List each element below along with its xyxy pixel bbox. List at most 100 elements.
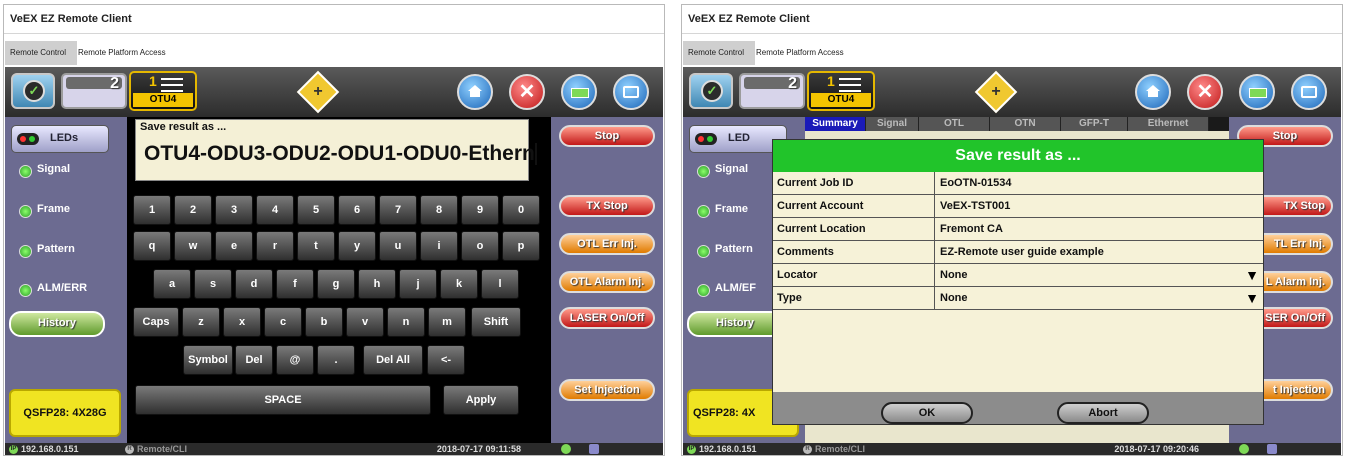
otl-err-inj-button[interactable]: OTL Err Inj. xyxy=(559,233,655,255)
field-row-type[interactable]: Type None ▼ xyxy=(773,287,1263,310)
key-4[interactable]: 4 xyxy=(256,195,294,225)
key-k[interactable]: k xyxy=(440,269,478,299)
locator-select[interactable]: None ▼ xyxy=(936,264,1263,286)
dropdown-arrow-icon[interactable]: ▼ xyxy=(1245,264,1259,286)
key-h[interactable]: h xyxy=(358,269,396,299)
abort-button[interactable]: Abort xyxy=(1057,402,1149,424)
key-b[interactable]: b xyxy=(305,307,343,337)
test-tab-2[interactable]: 2 xyxy=(61,73,127,109)
test-tab-otu4-2[interactable]: 1 OTU4 xyxy=(807,71,875,111)
job-id-field[interactable]: EoOTN-01534 xyxy=(936,172,1263,194)
key-9[interactable]: 9 xyxy=(461,195,499,225)
key-m[interactable]: m xyxy=(428,307,466,337)
backspace-key[interactable]: <- xyxy=(427,345,465,375)
field-row-job-id[interactable]: Current Job ID EoOTN-01534 xyxy=(773,172,1263,195)
key-l[interactable]: l xyxy=(481,269,519,299)
battery-button-2[interactable] xyxy=(1239,74,1275,110)
del-all-key[interactable]: Del All xyxy=(363,345,423,375)
key-j[interactable]: j xyxy=(399,269,437,299)
shift-key[interactable]: Shift xyxy=(471,307,521,337)
device-screen[interactable]: ✓ 2 1 OTU4 + ✕ LEDs Signal Frame Pattern… xyxy=(5,67,663,455)
otl-alarm-inj-button[interactable]: OTL Alarm Inj. xyxy=(559,271,655,293)
key-0[interactable]: 0 xyxy=(502,195,540,225)
space-key[interactable]: SPACE xyxy=(135,385,431,415)
battery-button[interactable] xyxy=(561,74,597,110)
field-row-location[interactable]: Current Location Fremont CA xyxy=(773,218,1263,241)
history-button[interactable]: History xyxy=(9,311,105,337)
dropdown-arrow-icon[interactable]: ▼ xyxy=(1245,287,1259,309)
key-f[interactable]: f xyxy=(276,269,314,299)
dot-key[interactable]: . xyxy=(317,345,355,375)
test-tab-otu4[interactable]: 1 OTU4 xyxy=(129,71,197,111)
key-2[interactable]: 2 xyxy=(174,195,212,225)
module-badge[interactable]: QSFP28: 4X28G xyxy=(9,389,121,437)
tab-gfpt[interactable]: GFP-T xyxy=(1061,117,1128,131)
tx-stop-button[interactable]: TX Stop xyxy=(559,195,655,217)
key-6[interactable]: 6 xyxy=(338,195,376,225)
apply-key[interactable]: Apply xyxy=(443,385,519,415)
key-1[interactable]: 1 xyxy=(133,195,171,225)
tab-otn[interactable]: OTN xyxy=(990,117,1061,131)
home-button-2[interactable] xyxy=(1135,74,1171,110)
at-key[interactable]: @ xyxy=(276,345,314,375)
location-field[interactable]: Fremont CA xyxy=(936,218,1263,240)
account-field[interactable]: VeEX-TST001 xyxy=(936,195,1263,217)
type-select[interactable]: None ▼ xyxy=(936,287,1263,309)
caps-key[interactable]: Caps xyxy=(133,307,179,337)
folder-button-2[interactable] xyxy=(1291,74,1327,110)
key-r[interactable]: r xyxy=(256,231,294,261)
stop-button[interactable]: Stop xyxy=(559,125,655,147)
key-o[interactable]: o xyxy=(461,231,499,261)
tab-remote-platform-access[interactable]: Remote Platform Access xyxy=(73,41,171,65)
key-i[interactable]: i xyxy=(420,231,458,261)
close-button-2[interactable]: ✕ xyxy=(1187,74,1223,110)
tab-summary[interactable]: Summary xyxy=(805,117,866,131)
key-e[interactable]: e xyxy=(215,231,253,261)
leds-button[interactable]: LEDs xyxy=(11,125,109,153)
tab-ethernet[interactable]: Ethernet xyxy=(1128,117,1209,131)
field-row-comments[interactable]: Comments EZ-Remote user guide example xyxy=(773,241,1263,264)
key-u[interactable]: u xyxy=(379,231,417,261)
key-7[interactable]: 7 xyxy=(379,195,417,225)
home-button[interactable] xyxy=(457,74,493,110)
key-p[interactable]: p xyxy=(502,231,540,261)
comments-field[interactable]: EZ-Remote user guide example xyxy=(936,241,1263,263)
tab-remote-platform-access-2[interactable]: Remote Platform Access xyxy=(751,41,849,65)
connect-diamond-icon[interactable]: + xyxy=(974,70,1018,114)
laser-onoff-button[interactable]: LASER On/Off xyxy=(559,307,655,329)
test-tab-2-b[interactable]: 2 xyxy=(739,73,805,109)
key-q[interactable]: q xyxy=(133,231,171,261)
key-z[interactable]: z xyxy=(182,307,220,337)
gauge-button-2[interactable]: ✓ xyxy=(689,73,733,109)
key-w[interactable]: w xyxy=(174,231,212,261)
key-a[interactable]: a xyxy=(153,269,191,299)
field-row-locator[interactable]: Locator None ▼ xyxy=(773,264,1263,287)
connect-diamond-icon[interactable]: + xyxy=(296,70,340,114)
key-3[interactable]: 3 xyxy=(215,195,253,225)
key-c[interactable]: c xyxy=(264,307,302,337)
tab-remote-control-2[interactable]: Remote Control xyxy=(683,41,755,65)
key-v[interactable]: v xyxy=(346,307,384,337)
key-y[interactable]: y xyxy=(338,231,376,261)
key-8[interactable]: 8 xyxy=(420,195,458,225)
history-button-2[interactable]: History xyxy=(687,311,783,337)
ok-button[interactable]: OK xyxy=(881,402,973,424)
del-key[interactable]: Del xyxy=(235,345,273,375)
tab-remote-control[interactable]: Remote Control xyxy=(5,41,77,65)
key-5[interactable]: 5 xyxy=(297,195,335,225)
key-g[interactable]: g xyxy=(317,269,355,299)
field-row-account[interactable]: Current Account VeEX-TST001 xyxy=(773,195,1263,218)
key-s[interactable]: s xyxy=(194,269,232,299)
key-t[interactable]: t xyxy=(297,231,335,261)
set-injection-button[interactable]: Set Injection xyxy=(559,379,655,401)
device-screen-2[interactable]: ✓ 2 1 OTU4 + ✕ LED Signal Frame Pattern … xyxy=(683,67,1341,455)
key-x[interactable]: x xyxy=(223,307,261,337)
key-d[interactable]: d xyxy=(235,269,273,299)
tab-signal[interactable]: Signal xyxy=(866,117,919,131)
key-n[interactable]: n xyxy=(387,307,425,337)
folder-button[interactable] xyxy=(613,74,649,110)
close-button[interactable]: ✕ xyxy=(509,74,545,110)
gauge-button[interactable]: ✓ xyxy=(11,73,55,109)
symbol-key[interactable]: Symbol xyxy=(183,345,233,375)
tab-otl[interactable]: OTL xyxy=(919,117,990,131)
